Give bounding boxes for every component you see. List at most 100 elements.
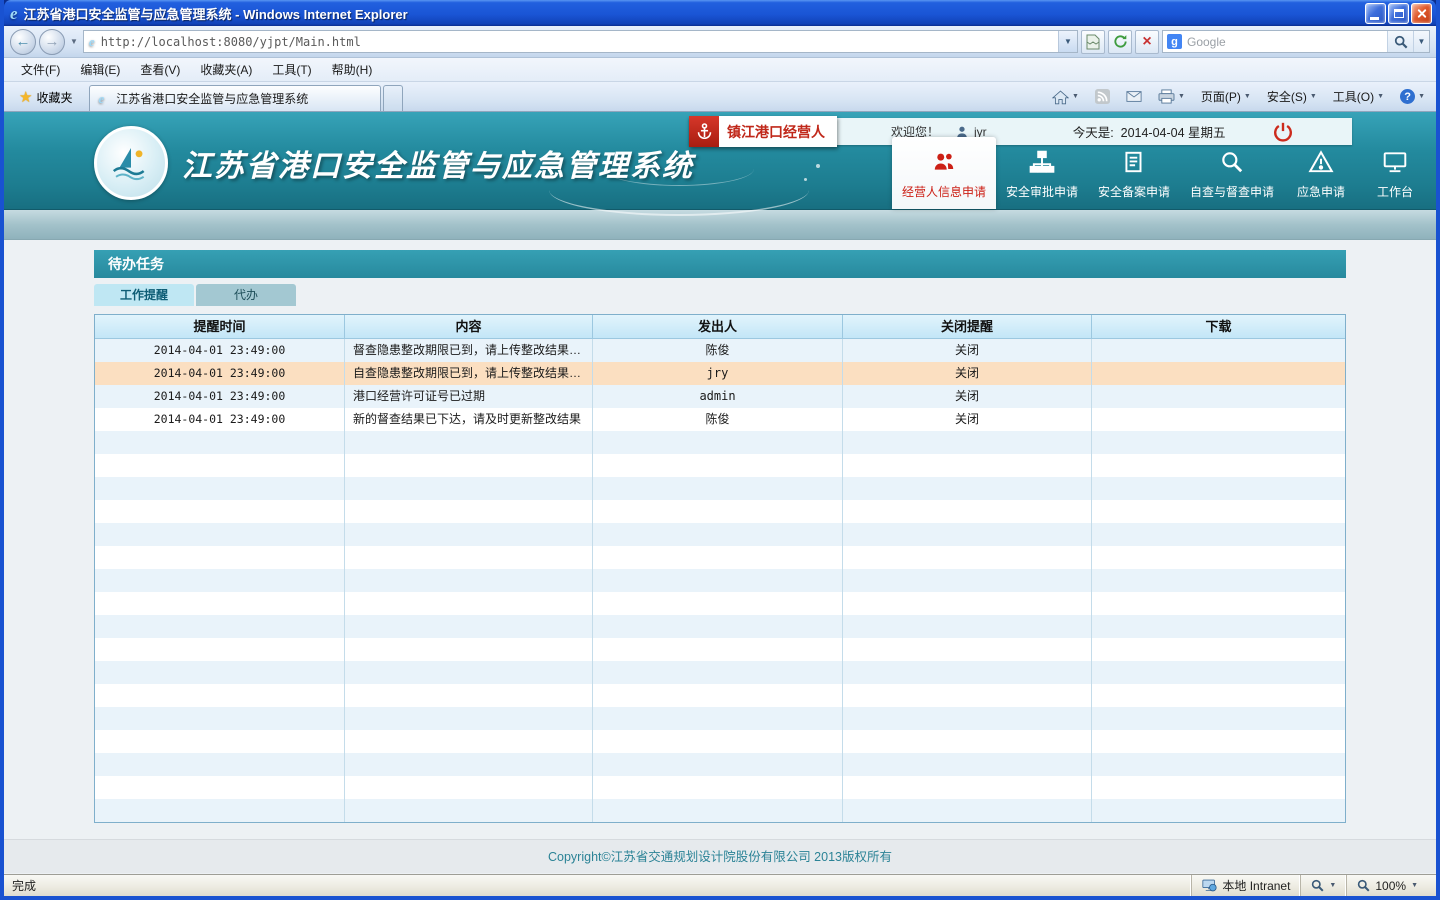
- table-cell-empty: [843, 799, 1092, 822]
- table-cell-empty: [593, 707, 843, 730]
- stop-button[interactable]: ×: [1135, 30, 1159, 54]
- tab-work-reminders[interactable]: 工作提醒: [94, 284, 194, 306]
- compatibility-view-button[interactable]: [1081, 30, 1105, 54]
- cell-reminder-time: 2014-04-01 23:49:00: [95, 408, 345, 431]
- search-input[interactable]: Google: [1187, 35, 1387, 49]
- col-content: 内容: [345, 315, 593, 338]
- table-cell-empty: [95, 500, 345, 523]
- safety-menu-label: 安全(S): [1267, 88, 1307, 105]
- close-reminder-link[interactable]: 关闭: [843, 408, 1092, 431]
- close-reminder-link[interactable]: 关闭: [843, 362, 1092, 385]
- table-row-empty: [95, 707, 1345, 730]
- site-header: 江苏省港口安全监管与应急管理系统 镇江港口经营人 欢迎您！ jyr 今天是: 2…: [4, 112, 1436, 210]
- table-cell-empty: [593, 569, 843, 592]
- menu-help[interactable]: 帮助(H): [323, 58, 382, 81]
- title-bar: e 江苏省港口安全监管与应急管理系统 - Windows Internet Ex…: [4, 0, 1436, 26]
- browser-tab[interactable]: e 江苏省港口安全监管与应急管理系统: [89, 85, 381, 111]
- nav-safety-filing[interactable]: 安全备案申请: [1088, 141, 1180, 209]
- document-icon: [1121, 149, 1147, 178]
- magnifier-icon: [1219, 149, 1245, 178]
- table-cell-empty: [95, 638, 345, 661]
- help-button[interactable]: ? ▼: [1393, 85, 1432, 109]
- rss-icon: [1095, 89, 1110, 104]
- decorative-dot: [804, 178, 807, 181]
- close-reminder-link[interactable]: 关闭: [843, 339, 1092, 362]
- table-row-empty: [95, 592, 1345, 615]
- table-cell-empty: [593, 477, 843, 500]
- home-button[interactable]: ▼: [1045, 85, 1086, 109]
- zoom-level-button[interactable]: 100% ▼: [1346, 875, 1428, 896]
- menu-file[interactable]: 文件(F): [12, 58, 69, 81]
- nav-workbench[interactable]: 工作台: [1358, 141, 1432, 209]
- help-icon: ?: [1400, 89, 1415, 104]
- address-field[interactable]: e http://localhost:8080/yjpt/Main.html ▼: [83, 30, 1078, 53]
- menu-favorites[interactable]: 收藏夹(A): [191, 58, 261, 81]
- menu-edit[interactable]: 编辑(E): [71, 58, 129, 81]
- close-reminder-link[interactable]: 关闭: [843, 385, 1092, 408]
- search-dropdown[interactable]: ▼: [1413, 31, 1429, 52]
- minimize-button[interactable]: [1365, 3, 1386, 24]
- maximize-button[interactable]: [1388, 3, 1409, 24]
- mail-button[interactable]: [1119, 85, 1149, 109]
- nav-label: 安全审批申请: [1006, 183, 1078, 200]
- zoom-menu-button[interactable]: ▼: [1300, 875, 1346, 896]
- table-cell-empty: [95, 684, 345, 707]
- table-cell-empty: [843, 707, 1092, 730]
- page-viewport: 江苏省港口安全监管与应急管理系统 镇江港口经营人 欢迎您！ jyr 今天是: 2…: [4, 112, 1436, 874]
- search-box[interactable]: g Google ▼: [1162, 30, 1430, 53]
- table-cell-empty: [95, 546, 345, 569]
- table-cell-empty: [1092, 546, 1345, 569]
- favorites-button[interactable]: ★ 收藏夹: [10, 85, 81, 109]
- refresh-button[interactable]: [1108, 30, 1132, 54]
- table-cell-empty: [345, 615, 593, 638]
- nav-label: 安全备案申请: [1098, 183, 1170, 200]
- copyright-footer: Copyright©江苏省交通规划设计院股份有限公司 2013版权所有: [4, 839, 1436, 873]
- close-button[interactable]: [1411, 3, 1432, 24]
- table-cell-empty: [843, 592, 1092, 615]
- monitor-icon: [1382, 149, 1408, 178]
- tab-pending[interactable]: 代办: [196, 284, 296, 306]
- table-row-empty: [95, 661, 1345, 684]
- table-cell-empty: [843, 500, 1092, 523]
- address-dropdown[interactable]: ▼: [1058, 31, 1077, 52]
- new-tab-stub[interactable]: [383, 85, 403, 111]
- nav-emergency[interactable]: 应急申请: [1284, 141, 1358, 209]
- table-cell-empty: [95, 799, 345, 822]
- menu-view[interactable]: 查看(V): [131, 58, 189, 81]
- search-button[interactable]: [1387, 31, 1413, 52]
- cell-download: [1092, 339, 1345, 362]
- favorites-label: 收藏夹: [36, 89, 72, 106]
- back-button[interactable]: ←: [10, 29, 36, 55]
- window-title: 江苏省港口安全监管与应急管理系统 - Windows Internet Expl…: [24, 4, 1363, 23]
- role-badge: 镇江港口经营人: [689, 116, 837, 147]
- table-cell-empty: [593, 776, 843, 799]
- feeds-button[interactable]: [1088, 85, 1117, 109]
- panel-tabs: 工作提醒 代办: [94, 284, 1346, 306]
- cell-content: 督查隐患整改期限已到，请上传整改结果…: [345, 339, 593, 362]
- page-menu-button[interactable]: 页面(P) ▼: [1194, 85, 1258, 109]
- safety-menu-button[interactable]: 安全(S) ▼: [1260, 85, 1324, 109]
- table-cell-empty: [593, 431, 843, 454]
- nav-operator-info[interactable]: 经营人信息申请: [892, 137, 996, 209]
- col-reminder-time: 提醒时间: [95, 315, 345, 338]
- table-cell-empty: [1092, 707, 1345, 730]
- table-cell-empty: [95, 753, 345, 776]
- cell-download: [1092, 408, 1345, 431]
- table-cell-empty: [345, 546, 593, 569]
- forward-button[interactable]: →: [39, 29, 65, 55]
- table-cell-empty: [1092, 799, 1345, 822]
- nav-safety-approval[interactable]: 安全审批申请: [996, 141, 1088, 209]
- tools-menu-label: 工具(O): [1333, 88, 1374, 105]
- cell-content: 港口经营许可证号已过期: [345, 385, 593, 408]
- print-button[interactable]: ▼: [1151, 85, 1192, 109]
- safety-dropdown-icon: ▼: [1310, 93, 1317, 100]
- table-cell-empty: [843, 730, 1092, 753]
- menu-tools[interactable]: 工具(T): [263, 58, 320, 81]
- url-text[interactable]: http://localhost:8080/yjpt/Main.html: [101, 35, 1058, 49]
- tools-menu-button[interactable]: 工具(O) ▼: [1326, 85, 1391, 109]
- table-cell-empty: [843, 546, 1092, 569]
- nav-inspection[interactable]: 自查与督查申请: [1180, 141, 1284, 209]
- table-cell-empty: [1092, 638, 1345, 661]
- table-cell-empty: [345, 454, 593, 477]
- history-dropdown[interactable]: ▼: [68, 37, 80, 46]
